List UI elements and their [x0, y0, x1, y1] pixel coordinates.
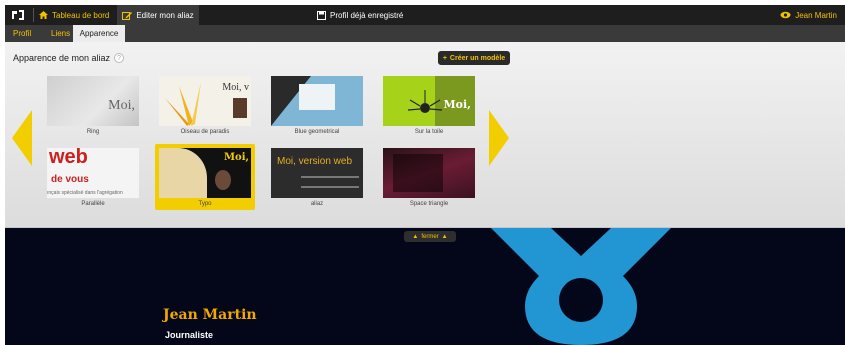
home-icon [39, 11, 48, 19]
create-template-button[interactable]: + Créer un modèle [438, 51, 510, 65]
theme-label: Space triangle [409, 201, 449, 207]
create-template-label: Créer un modèle [449, 54, 506, 62]
theme-ring[interactable]: Moi, Ring [43, 72, 143, 138]
edit-icon [122, 11, 133, 20]
theme-label: Typo [198, 201, 212, 207]
theme-label: aliaz [310, 201, 324, 207]
theme-preview-text: Moi, version web [277, 156, 353, 167]
avatar [215, 170, 231, 190]
tab-apparence[interactable]: Apparence [73, 25, 125, 42]
tab-liens[interactable]: Liens [51, 25, 70, 42]
theme-preview-image: Moi, v [159, 76, 251, 126]
tab-editor[interactable]: Editer mon aliaz [117, 5, 199, 25]
tab-profil[interactable]: Profil [13, 25, 31, 42]
text-lines [301, 176, 359, 188]
divider [33, 8, 34, 22]
theme-sur-la-toile[interactable]: Moi, Sur la toile [379, 72, 479, 138]
avatar [233, 98, 247, 118]
theme-preview-text: Moi, [223, 152, 249, 163]
theme-label: Ring [86, 129, 100, 135]
theme-preview-subtext: de vous [51, 174, 89, 185]
shape [159, 148, 207, 198]
theme-preview-text: Moi, [108, 98, 135, 113]
top-bar: Tableau de bord Editer mon aliaz Profil … [5, 5, 845, 25]
theme-label: Parallèle [81, 201, 105, 207]
user-name: Jean Martin [795, 10, 837, 20]
panel-title-text: Apparence de mon aliaz [13, 53, 111, 63]
theme-preview-text: web [49, 148, 88, 168]
save-icon [317, 10, 326, 20]
profile-card [299, 84, 335, 110]
save-status: Profil déjà enregistré [317, 5, 403, 25]
theme-preview-text: Moi, [443, 98, 471, 111]
theme-preview-caption: ınçais spécialisé dans l'agrégation [47, 190, 123, 196]
profile-role: Journaliste [165, 330, 214, 340]
close-panel-label: fermer [421, 233, 439, 240]
appearance-panel: Apparence de mon aliaz ? + Créer un modè… [5, 42, 845, 228]
tab-dashboard[interactable]: Tableau de bord [39, 5, 109, 25]
theme-oiseau-de-paradis[interactable]: Moi, v Oiseau de paradis [155, 72, 255, 138]
caret-up-icon: ▲ [441, 233, 448, 240]
help-icon[interactable]: ? [114, 53, 125, 63]
bird-illustration [165, 82, 201, 126]
decorative-shape [491, 228, 671, 345]
content-box [393, 154, 443, 192]
caret-up-icon: ▲ [412, 233, 419, 240]
theme-preview-image: Moi, [159, 148, 251, 198]
theme-space-triangle[interactable]: Space triangle [379, 144, 479, 210]
tab-dashboard-label: Tableau de bord [52, 10, 110, 20]
theme-aliaz[interactable]: Moi, version web aliaz [267, 144, 367, 210]
profile-preview: Jean Martin Journaliste [5, 228, 845, 345]
theme-label: Blue geometrical [294, 129, 340, 135]
theme-typo[interactable]: Moi, Typo [155, 144, 255, 210]
spider-icon [407, 90, 443, 113]
theme-preview-image: Moi, [383, 76, 475, 126]
eye-icon [780, 11, 791, 19]
theme-preview-text: Moi, v [222, 82, 249, 93]
sub-navigation: Profil Liens Apparence [5, 25, 845, 42]
carousel-prev-arrow-icon[interactable] [12, 110, 32, 166]
save-status-text: Profil déjà enregistré [330, 10, 404, 20]
tab-editor-label: Editer mon aliaz [136, 10, 194, 20]
theme-blue-geometrical[interactable]: Blue geometrical [267, 72, 367, 138]
plus-icon: + [442, 54, 447, 62]
close-panel-button[interactable]: ▲ fermer ▲ [404, 231, 456, 242]
theme-preview-image: Moi, [47, 76, 139, 126]
theme-preview-image [383, 148, 475, 198]
aliaz-logo-icon[interactable] [11, 9, 25, 21]
theme-preview-image [271, 76, 363, 126]
theme-preview-image: Moi, version web [271, 148, 363, 198]
theme-parallele[interactable]: web de vous ınçais spécialisé dans l'agr… [43, 144, 143, 210]
panel-title: Apparence de mon aliaz ? [13, 53, 125, 63]
theme-label: Oiseau de paradis [180, 129, 230, 135]
carousel-next-arrow-icon[interactable] [489, 110, 509, 166]
theme-preview-image: web de vous ınçais spécialisé dans l'agr… [47, 148, 139, 198]
profile-name: Jean Martin [163, 307, 257, 323]
theme-label: Sur la toile [414, 129, 444, 135]
user-menu[interactable]: Jean Martin [780, 5, 837, 25]
